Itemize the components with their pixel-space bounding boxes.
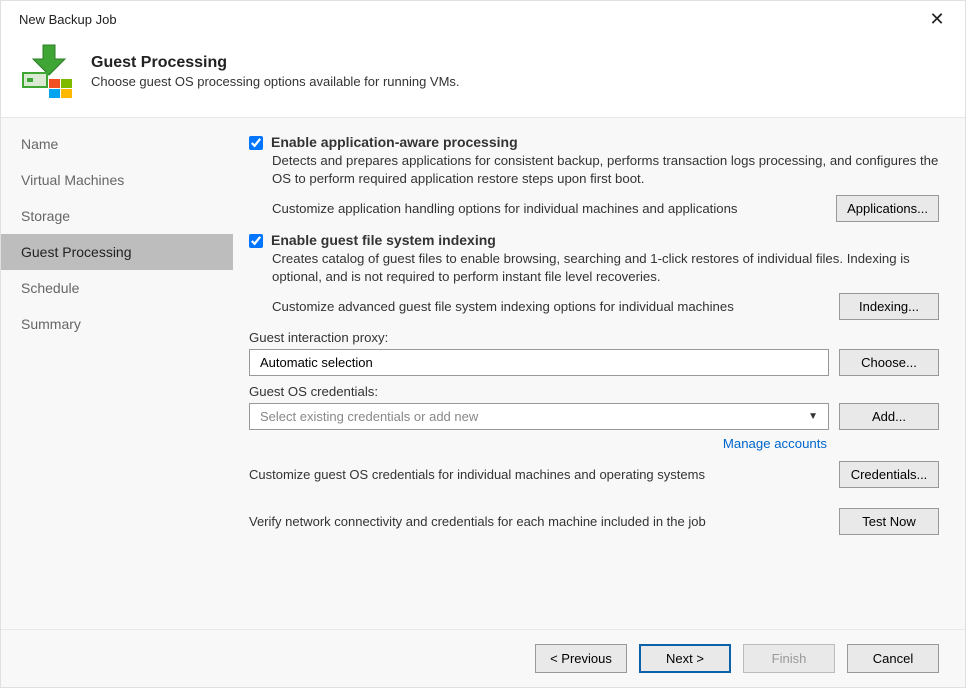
guest-processing-icon [19,43,75,99]
sidebar-item-schedule[interactable]: Schedule [1,270,233,306]
content-area: Name Virtual Machines Storage Guest Proc… [1,117,965,665]
app-aware-description: Detects and prepares applications for co… [272,152,939,189]
main-panel: Enable application-aware processing Dete… [233,118,965,665]
enable-app-aware-checkbox[interactable] [249,136,263,150]
enable-indexing-label: Enable guest file system indexing [271,232,496,248]
indexing-description: Creates catalog of guest files to enable… [272,250,939,287]
dialog-header: Guest Processing Choose guest OS process… [1,35,965,117]
indexing-section: Enable guest file system indexing Create… [249,232,939,320]
indexing-customize-text: Customize advanced guest file system ind… [272,299,734,314]
page-subtitle: Choose guest OS processing options avail… [91,74,460,89]
header-text: Guest Processing Choose guest OS process… [91,54,460,89]
test-now-button[interactable]: Test Now [839,508,939,535]
credentials-customize-text: Customize guest OS credentials for indiv… [249,467,705,482]
indexing-button[interactable]: Indexing... [839,293,939,320]
dialog-window: New Backup Job ✕ Guest Processing Choose… [0,0,966,688]
page-title: Guest Processing [91,54,460,72]
app-aware-customize-text: Customize application handling options f… [272,201,738,216]
add-credentials-button[interactable]: Add... [839,403,939,430]
applications-button[interactable]: Applications... [836,195,939,222]
credentials-button[interactable]: Credentials... [839,461,939,488]
cancel-button[interactable]: Cancel [847,644,939,673]
verify-text: Verify network connectivity and credenti… [249,514,706,529]
credentials-placeholder: Select existing credentials or add new [260,409,478,424]
close-button[interactable]: ✕ [921,7,953,31]
enable-app-aware-label: Enable application-aware processing [271,134,518,150]
credentials-label: Guest OS credentials: [249,384,939,399]
sidebar-item-summary[interactable]: Summary [1,306,233,342]
window-title: New Backup Job [19,12,117,27]
previous-button[interactable]: < Previous [535,644,627,673]
enable-indexing-checkbox[interactable] [249,234,263,248]
app-aware-section: Enable application-aware processing Dete… [249,134,939,222]
close-icon: ✕ [929,9,944,30]
titlebar: New Backup Job ✕ [1,1,965,35]
credentials-select[interactable]: Select existing credentials or add new ▼ [249,403,829,430]
proxy-label: Guest interaction proxy: [249,330,939,345]
dialog-footer: < Previous Next > Finish Cancel [1,629,965,687]
finish-button: Finish [743,644,835,673]
sidebar-item-name[interactable]: Name [1,126,233,162]
choose-proxy-button[interactable]: Choose... [839,349,939,376]
proxy-input[interactable] [249,349,829,376]
sidebar-item-storage[interactable]: Storage [1,198,233,234]
manage-accounts-link[interactable]: Manage accounts [249,436,827,451]
sidebar-item-virtual-machines[interactable]: Virtual Machines [1,162,233,198]
next-button[interactable]: Next > [639,644,731,673]
wizard-sidebar: Name Virtual Machines Storage Guest Proc… [1,118,233,665]
chevron-down-icon: ▼ [808,411,818,422]
sidebar-item-guest-processing[interactable]: Guest Processing [1,234,233,270]
